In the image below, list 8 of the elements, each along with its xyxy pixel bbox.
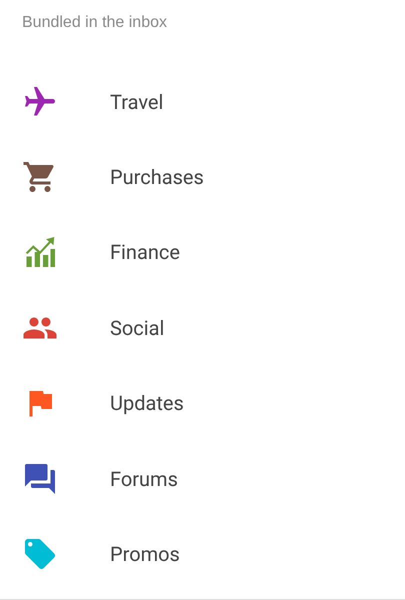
bundle-item[interactable]: Promos	[0, 516, 405, 592]
bundle-item[interactable]: Social	[0, 290, 405, 366]
bundle-item[interactable]: Travel	[0, 64, 405, 140]
bundle-item[interactable]: Finance	[0, 214, 405, 290]
section-header: Bundled in the inbox	[22, 14, 167, 31]
bundle-item[interactable]: Purchases	[0, 139, 405, 215]
bundle-item[interactable]: Forums	[0, 440, 405, 516]
bundle-item[interactable]: Updates	[0, 366, 405, 441]
